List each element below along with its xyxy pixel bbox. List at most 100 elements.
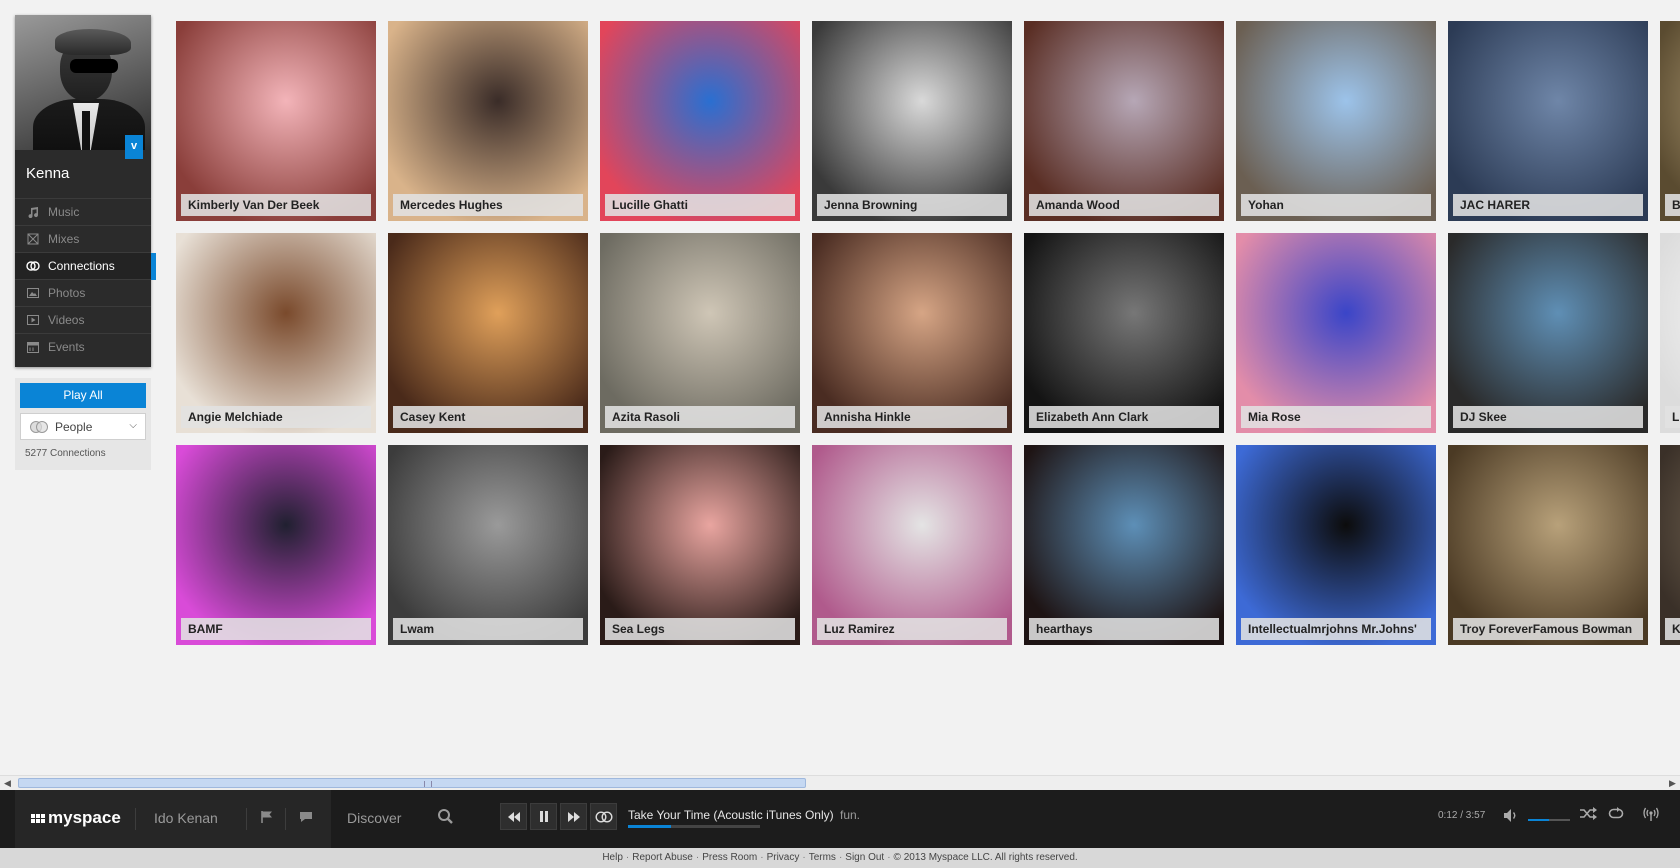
connection-tile[interactable]: DJ Skee (1448, 233, 1648, 433)
connection-name[interactable]: Lucille Ghatti (605, 194, 795, 216)
connect-button[interactable] (590, 803, 617, 830)
connection-tile[interactable]: Lwam (388, 445, 588, 645)
avatar[interactable] (15, 15, 151, 150)
connection-name[interactable]: Luz Ramirez (817, 618, 1007, 640)
track-title[interactable]: Take Your Time (Acoustic iTunes Only) (628, 808, 834, 822)
connection-name[interactable]: L (1665, 406, 1680, 428)
connection-tile[interactable]: Annisha Hinkle (812, 233, 1012, 433)
connection-name[interactable]: Annisha Hinkle (817, 406, 1007, 428)
connection-name[interactable]: JAC HARER (1453, 194, 1643, 216)
connection-name[interactable]: Kimberly Van Der Beek (181, 194, 371, 216)
repeat-icon[interactable] (1608, 807, 1624, 824)
connection-photo (1024, 21, 1224, 221)
music-note-icon (26, 206, 40, 218)
connection-tile[interactable]: Troy ForeverFamous Bowman (1448, 445, 1648, 645)
nav-item-connections[interactable]: Connections (15, 252, 156, 280)
connection-tile[interactable]: BAMF (176, 445, 376, 645)
footer-link[interactable]: Sign Out (845, 852, 884, 863)
horizontal-scrollbar[interactable]: ◀ ▶ (0, 775, 1680, 790)
connection-tile[interactable]: hearthays (1024, 445, 1224, 645)
rewind-button[interactable] (500, 803, 527, 830)
connection-tile[interactable]: Casey Kent (388, 233, 588, 433)
connection-name[interactable]: Troy ForeverFamous Bowman (1453, 618, 1643, 640)
volume-slider-fill (1528, 819, 1549, 821)
scroll-right-arrow-icon[interactable]: ▶ (1665, 776, 1680, 790)
connection-name[interactable]: Sea Legs (605, 618, 795, 640)
discover-link[interactable]: Discover (347, 810, 401, 826)
nav-item-mixes[interactable]: Mixes (15, 225, 151, 252)
connection-photo (176, 21, 376, 221)
fast-forward-icon (567, 811, 580, 822)
connection-name[interactable]: BAMF (181, 618, 371, 640)
connection-tile[interactable]: K (1660, 445, 1680, 645)
footer-link[interactable]: Help (602, 852, 623, 863)
fast-forward-button[interactable] (560, 803, 587, 830)
connection-name[interactable]: Mia Rose (1241, 406, 1431, 428)
connection-name[interactable]: Yohan (1241, 194, 1431, 216)
connection-tile[interactable]: Yohan (1236, 21, 1436, 221)
track-artist[interactable]: fun. (840, 808, 860, 822)
connection-name[interactable]: B (1665, 194, 1680, 216)
nav-item-photos[interactable]: Photos (15, 279, 151, 306)
people-filter-select[interactable]: People ⌵ (20, 413, 146, 440)
connection-tile[interactable]: Amanda Wood (1024, 21, 1224, 221)
footer-link[interactable]: Privacy (767, 852, 800, 863)
connection-tile[interactable]: L (1660, 233, 1680, 433)
connections-count: 5277 Connections (25, 448, 106, 459)
connection-tile[interactable]: Jenna Browning (812, 21, 1012, 221)
shuffle-icon[interactable] (1580, 807, 1597, 824)
pause-button[interactable] (530, 803, 557, 830)
connection-tile[interactable]: Sea Legs (600, 445, 800, 645)
footer-link[interactable]: Press Room (702, 852, 757, 863)
connection-tile[interactable]: Luz Ramirez (812, 445, 1012, 645)
connection-tile[interactable]: B (1660, 21, 1680, 221)
connection-name[interactable]: Casey Kent (393, 406, 583, 428)
user-profile-link[interactable]: Ido Kenan (154, 810, 218, 826)
connection-photo (1024, 445, 1224, 645)
nav-item-music[interactable]: Music (15, 198, 151, 225)
profile-menu-button[interactable]: v (125, 135, 143, 159)
connection-name[interactable]: Amanda Wood (1029, 194, 1219, 216)
connection-photo (1660, 21, 1680, 221)
nav-item-events[interactable]: Events (15, 333, 151, 360)
connection-tile[interactable]: JAC HARER (1448, 21, 1648, 221)
scroll-left-arrow-icon[interactable]: ◀ (0, 776, 15, 790)
nav-item-videos[interactable]: Videos (15, 306, 151, 333)
myspace-logo[interactable]: myspace (31, 808, 121, 828)
connection-tile[interactable]: Angie Melchiade (176, 233, 376, 433)
connection-name[interactable]: Mercedes Hughes (393, 194, 583, 216)
flag-icon[interactable] (260, 810, 274, 827)
connection-name[interactable]: Lwam (393, 618, 583, 640)
chat-bubble-icon[interactable] (298, 810, 314, 827)
connection-name[interactable]: Intellectualmrjohns Mr.Johns' (1241, 618, 1431, 640)
connection-name[interactable]: Jenna Browning (817, 194, 1007, 216)
broadcast-icon[interactable] (1643, 807, 1659, 825)
connection-name[interactable]: DJ Skee (1453, 406, 1643, 428)
scrollbar-thumb[interactable] (18, 778, 806, 788)
connection-tile[interactable]: Elizabeth Ann Clark (1024, 233, 1224, 433)
connection-tile[interactable]: Lucille Ghatti (600, 21, 800, 221)
volume-icon[interactable] (1504, 809, 1519, 825)
connections-icon (594, 810, 613, 823)
connection-tile[interactable]: Kimberly Van Der Beek (176, 21, 376, 221)
connection-name[interactable]: Azita Rasoli (605, 406, 795, 428)
search-icon[interactable] (437, 808, 454, 830)
connection-tile[interactable]: Azita Rasoli (600, 233, 800, 433)
connection-photo (1236, 233, 1436, 433)
connection-name[interactable]: Angie Melchiade (181, 406, 371, 428)
connection-photo (388, 233, 588, 433)
track-progress-fill (628, 825, 671, 828)
connection-tile[interactable]: Mia Rose (1236, 233, 1436, 433)
connection-tile[interactable]: Mercedes Hughes (388, 21, 588, 221)
video-icon (26, 314, 40, 326)
connection-tile[interactable]: Intellectualmrjohns Mr.Johns' (1236, 445, 1436, 645)
footer-link[interactable]: Terms (809, 852, 836, 863)
footer-link[interactable]: Report Abuse (632, 852, 693, 863)
nav-label: Videos (48, 313, 85, 327)
connection-name[interactable]: hearthays (1029, 618, 1219, 640)
profile-name[interactable]: Kenna (26, 165, 69, 182)
play-all-button[interactable]: Play All (20, 383, 146, 408)
connection-name[interactable]: Elizabeth Ann Clark (1029, 406, 1219, 428)
connections-icon (26, 260, 40, 272)
connection-name[interactable]: K (1665, 618, 1680, 640)
